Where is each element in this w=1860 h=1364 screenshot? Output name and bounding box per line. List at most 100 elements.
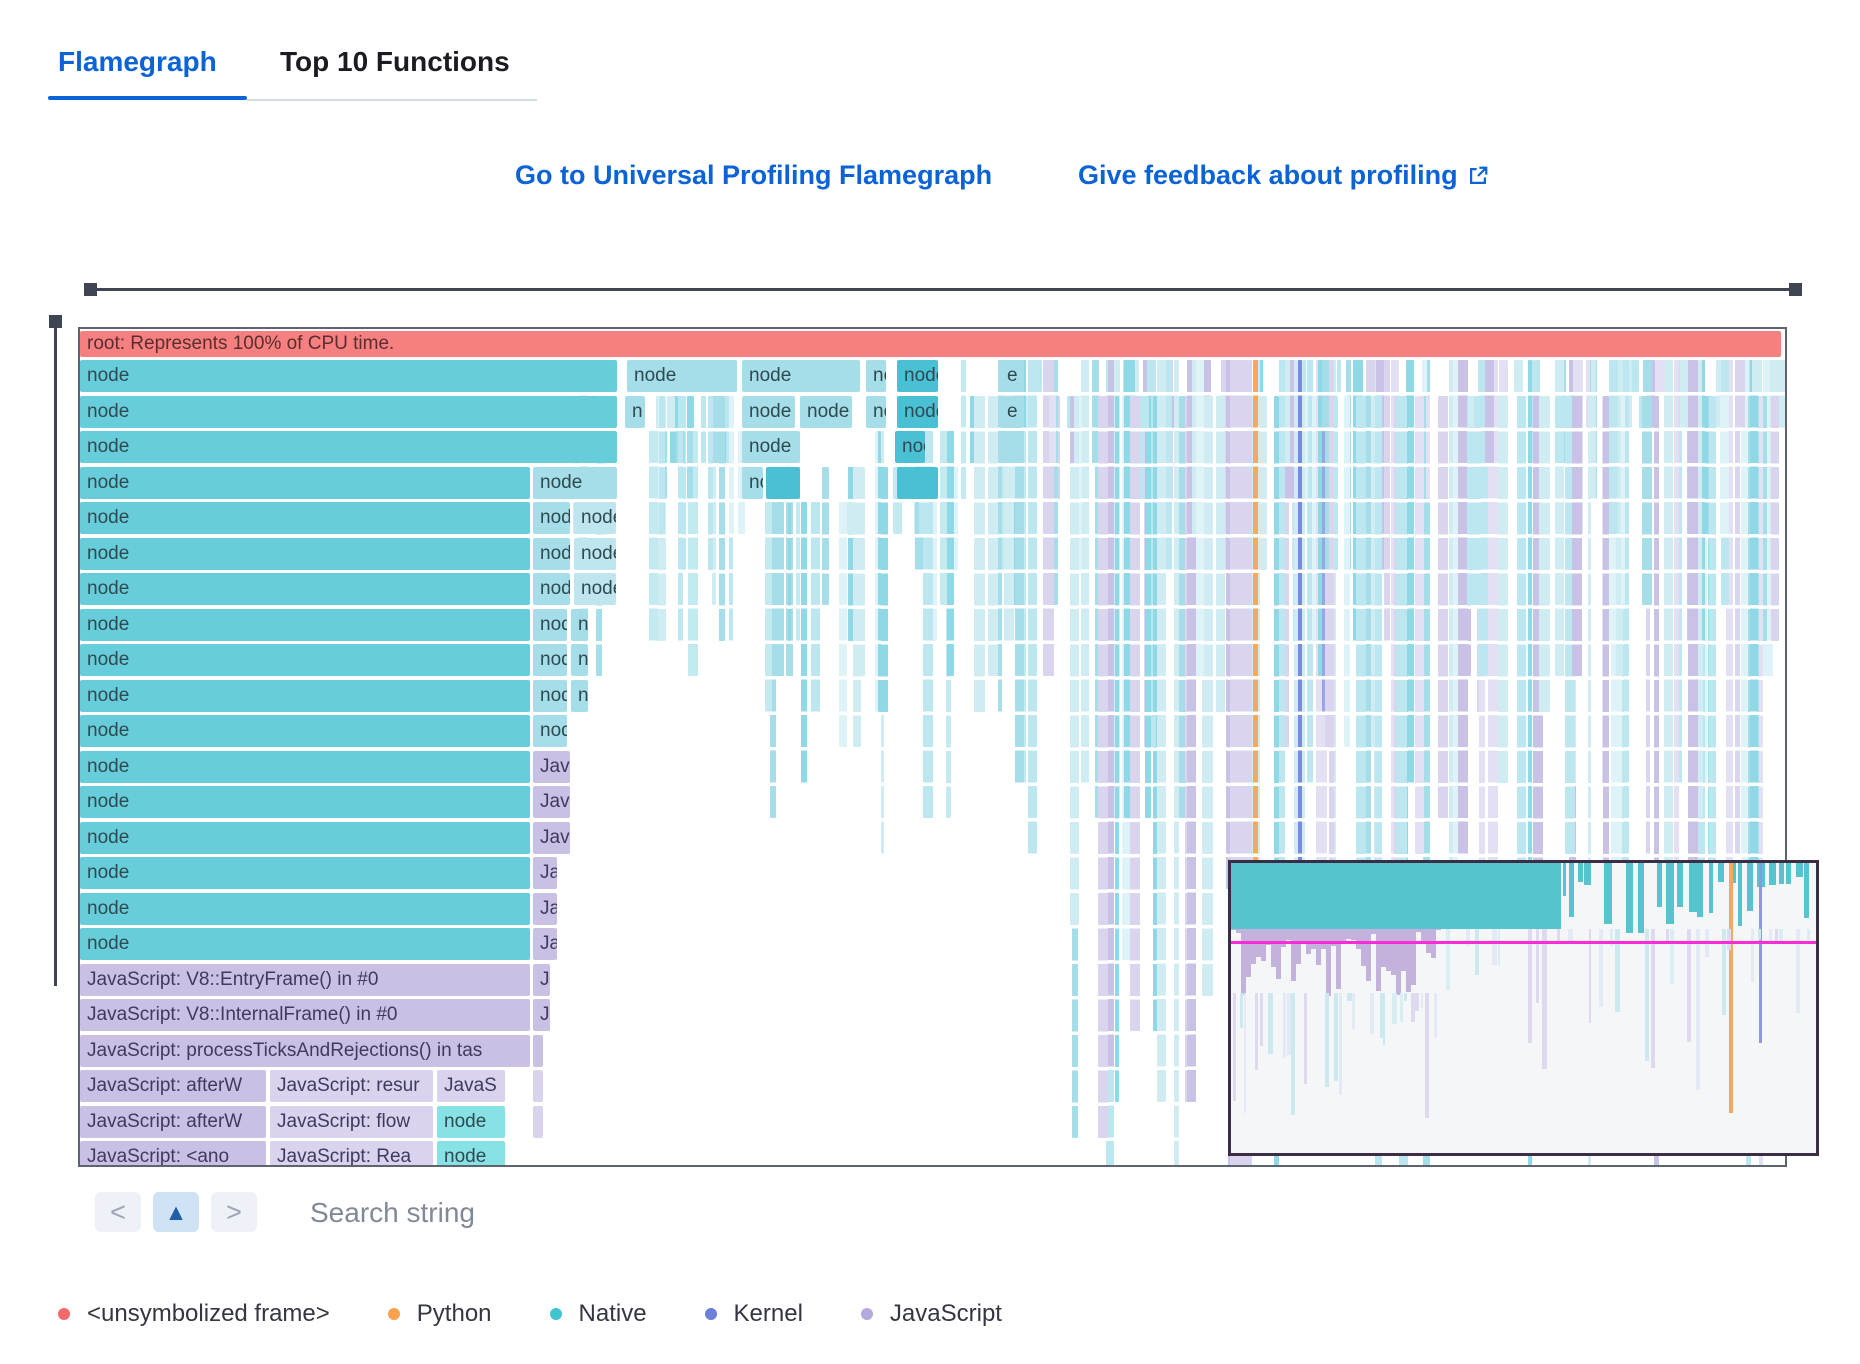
- flame-frame[interactable]: node: [533, 644, 567, 676]
- flame-frame[interactable]: n: [625, 396, 645, 428]
- flame-frame[interactable]: node: [533, 502, 570, 534]
- flame-frame[interactable]: node: [80, 644, 530, 676]
- flame-frame[interactable]: node: [80, 573, 530, 605]
- minimap-texture: [1738, 863, 1742, 926]
- minimap-texture: [1796, 863, 1803, 877]
- flame-frame[interactable]: node: [533, 680, 567, 712]
- flame-frame[interactable]: node: [742, 396, 795, 428]
- flame-frame[interactable]: JavaScript:: [533, 751, 570, 783]
- flame-frame[interactable]: node: [80, 928, 530, 960]
- flame-frame[interactable]: node: [80, 431, 617, 463]
- flamegraph-minimap[interactable]: [1228, 860, 1819, 1156]
- flame-frame[interactable]: node: [80, 857, 530, 889]
- flame-frame[interactable]: JavaScript:: [533, 857, 557, 889]
- frame-stripe: [1081, 360, 1089, 783]
- flame-frame[interactable]: node: [627, 360, 737, 392]
- tab-top-10-functions[interactable]: Top 10 Functions: [280, 46, 510, 78]
- vertical-brush-handle[interactable]: [49, 315, 62, 328]
- flame-frame[interactable]: node: [800, 396, 852, 428]
- flame-frame[interactable]: JavaScript: V8::EntryFrame() in #0: [80, 964, 530, 996]
- flame-frame[interactable]: node: [895, 431, 925, 463]
- flame-frame[interactable]: node: [866, 360, 886, 392]
- flame-frame[interactable]: [766, 467, 800, 499]
- flame-frame[interactable]: node: [437, 1141, 505, 1165]
- next-match-button[interactable]: >: [211, 1192, 257, 1232]
- flame-frame[interactable]: node: [80, 786, 530, 818]
- flame-frame[interactable]: JavaScript: resur: [270, 1070, 433, 1102]
- horizontal-brush-track[interactable]: [90, 288, 1795, 291]
- flame-frame[interactable]: node: [80, 502, 530, 534]
- flame-frame[interactable]: JavaS: [437, 1070, 505, 1102]
- flame-frame[interactable]: node: [742, 431, 800, 463]
- flame-frame[interactable]: node: [571, 609, 588, 641]
- flame-frame[interactable]: node: [80, 751, 530, 783]
- flame-frame[interactable]: JavaScript: processTicksAndRejections() …: [80, 1035, 530, 1067]
- search-input[interactable]: [308, 1192, 812, 1234]
- previous-match-button[interactable]: <: [95, 1192, 141, 1232]
- flame-frame[interactable]: node: [80, 893, 530, 925]
- horizontal-brush-handle-left[interactable]: [84, 283, 97, 296]
- frame-stripe: [1174, 360, 1178, 1165]
- legend-label: Kernel: [734, 1300, 803, 1328]
- flame-frame[interactable]: [1000, 431, 1022, 463]
- give-feedback-link[interactable]: Give feedback about profiling: [1078, 160, 1489, 191]
- tab-flamegraph[interactable]: Flamegraph: [58, 46, 217, 78]
- flame-frame[interactable]: node: [897, 360, 938, 392]
- flame-frame[interactable]: node: [80, 822, 530, 854]
- flame-frame[interactable]: [897, 467, 938, 499]
- flame-frame[interactable]: node: [80, 609, 530, 641]
- legend-item: <unsymbolized frame>: [58, 1300, 330, 1328]
- flame-frame[interactable]: node: [574, 573, 616, 605]
- flame-frame[interactable]: node: [80, 715, 530, 747]
- flame-frame[interactable]: node: [533, 467, 617, 499]
- flame-frame[interactable]: node: [533, 573, 570, 605]
- legend-dot-icon: [58, 1308, 70, 1320]
- horizontal-brush-handle-right[interactable]: [1789, 283, 1802, 296]
- flame-frame[interactable]: node: [80, 396, 617, 428]
- flame-frame[interactable]: JavaScript:: [533, 928, 557, 960]
- flame-frame[interactable]: node: [574, 538, 616, 570]
- frame-stripe: [961, 360, 967, 428]
- flame-frame[interactable]: node: [574, 502, 616, 534]
- minimap-texture: [1244, 993, 1247, 1113]
- minimap-viewport-line[interactable]: [1231, 941, 1816, 944]
- flame-frame[interactable]: node: [437, 1106, 505, 1138]
- flame-frame[interactable]: node: [533, 609, 567, 641]
- flame-frame[interactable]: JavaScript: flow: [270, 1106, 433, 1138]
- flame-frame[interactable]: node: [742, 360, 860, 392]
- flame-frame[interactable]: [533, 1106, 543, 1138]
- flame-frame[interactable]: JavaScript:: [533, 964, 550, 996]
- flame-root-frame[interactable]: root: Represents 100% of CPU time.: [80, 331, 1781, 357]
- flame-frame[interactable]: node: [866, 396, 886, 428]
- flame-frame[interactable]: e: [1000, 360, 1022, 392]
- flame-frame[interactable]: JavaScript:: [533, 999, 550, 1031]
- flame-frame[interactable]: node: [571, 680, 588, 712]
- vertical-brush-track[interactable]: [54, 318, 57, 986]
- flame-frame[interactable]: node: [571, 644, 588, 676]
- flame-frame[interactable]: JavaScript: <ano: [80, 1141, 266, 1165]
- minimap-texture: [1325, 993, 1328, 1087]
- flame-frame[interactable]: node: [80, 360, 617, 392]
- flame-frame[interactable]: node: [533, 715, 567, 747]
- flame-frame[interactable]: node: [80, 680, 530, 712]
- frame-stripe: [1366, 360, 1375, 392]
- go-to-universal-profiling-link[interactable]: Go to Universal Profiling Flamegraph: [515, 160, 992, 191]
- flame-frame[interactable]: JavaScript:: [533, 893, 557, 925]
- flame-frame[interactable]: JavaScript: V8::InternalFrame() in #0: [80, 999, 530, 1031]
- flame-frame[interactable]: JavaScript:: [533, 822, 570, 854]
- flame-frame[interactable]: [533, 1035, 543, 1067]
- flame-frame[interactable]: node: [742, 467, 763, 499]
- flame-frame[interactable]: JavaScript: afterW: [80, 1106, 266, 1138]
- flame-frame[interactable]: node: [897, 396, 938, 428]
- flame-frame[interactable]: JavaScript: afterW: [80, 1070, 266, 1102]
- flame-frame[interactable]: JavaScript:: [533, 786, 570, 818]
- flame-frame[interactable]: JavaScript: Rea: [270, 1141, 433, 1165]
- flame-frame[interactable]: node: [80, 467, 530, 499]
- flame-frame[interactable]: e: [1000, 396, 1022, 428]
- scroll-to-top-button[interactable]: ▲: [153, 1192, 199, 1232]
- flame-frame[interactable]: [533, 1070, 543, 1102]
- minimap-texture: [1696, 929, 1701, 1090]
- flame-frame[interactable]: node: [80, 538, 530, 570]
- frame-stripe: [701, 396, 706, 464]
- flame-frame[interactable]: node: [533, 538, 570, 570]
